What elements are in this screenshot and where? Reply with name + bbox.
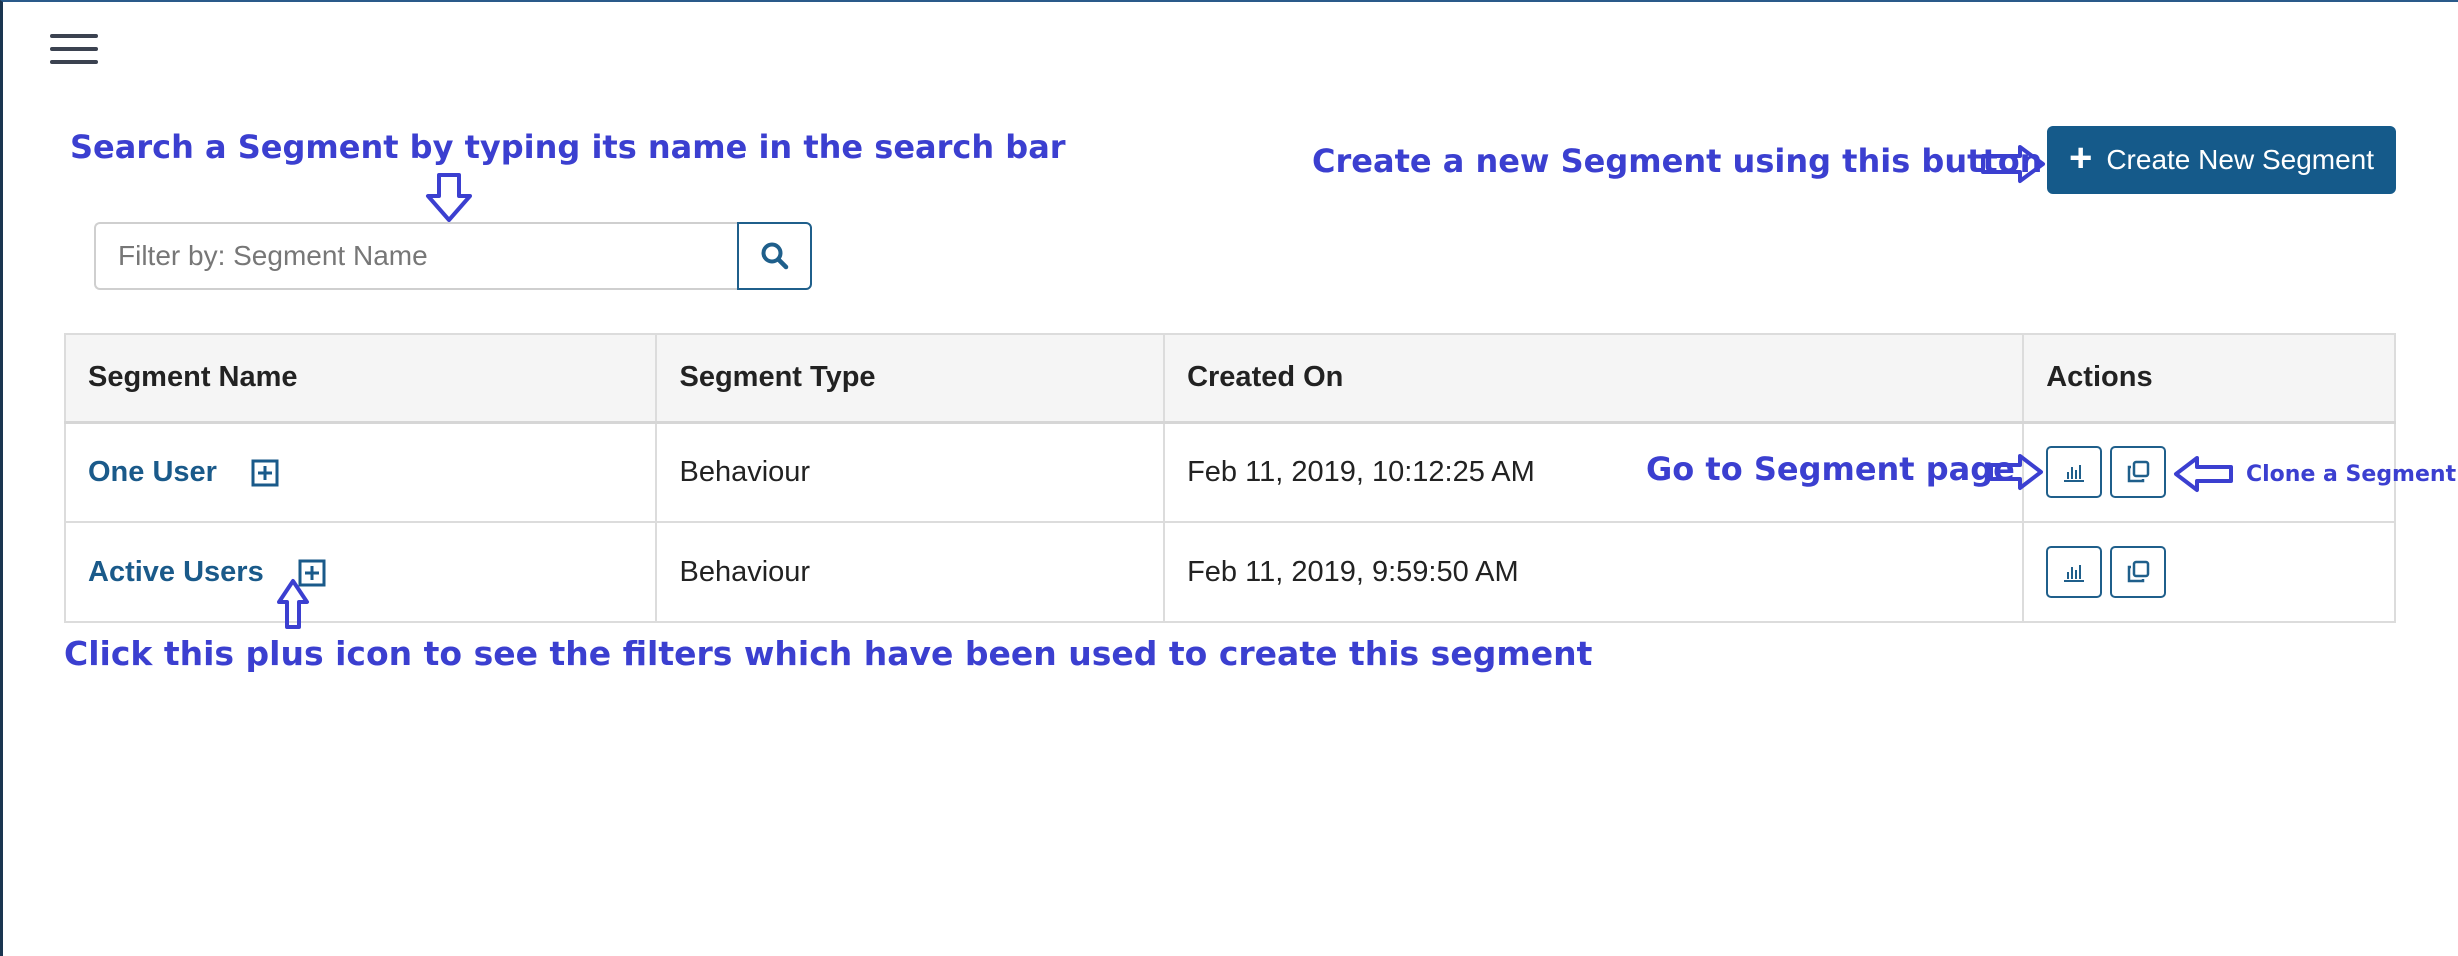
segments-table: Segment Name Segment Type Created On Act… (63, 333, 2396, 623)
right-arrow-annotation-icon (1981, 145, 2045, 183)
go-to-segment-button[interactable] (2046, 546, 2103, 598)
create-new-segment-button[interactable]: + Create New Segment (2047, 126, 2396, 194)
copy-icon (2127, 461, 2150, 483)
create-new-segment-label: Create New Segment (2106, 144, 2375, 175)
clone-annotation: Clone a Segment (2246, 462, 2457, 487)
table-row: One User Behaviour Feb 11, 2019, 10:12:2… (63, 421, 2396, 523)
up-arrow-annotation-icon (277, 579, 309, 629)
search-icon (761, 242, 788, 270)
search-annotation: Search a Segment by typing its name in t… (70, 128, 1066, 166)
segment-name-cell: Active Users (63, 521, 658, 623)
left-arrow-annotation-icon (2174, 456, 2233, 492)
bar-chart-icon (2064, 565, 2085, 582)
segment-name-link[interactable]: Active Users (88, 556, 264, 588)
segment-name-cell: One User (63, 421, 658, 523)
search-input[interactable] (94, 222, 737, 290)
table-header-row: Segment Name Segment Type Created On Act… (63, 333, 2396, 424)
table-row: Active Users Behaviour Feb 11, 2019, 9:5… (63, 521, 2396, 623)
down-arrow-annotation-icon (426, 173, 472, 222)
search-button[interactable] (737, 222, 812, 290)
go-to-segment-button[interactable] (2046, 446, 2103, 499)
hamburger-menu-icon[interactable] (50, 34, 98, 68)
plus-icon-annotation: Click this plus icon to see the filters … (64, 634, 1593, 673)
go-to-segment-annotation: Go to Segment page (1646, 450, 2015, 488)
right-arrow-annotation-icon (1989, 454, 2043, 490)
column-header-segment-name[interactable]: Segment Name (63, 333, 658, 424)
clone-segment-button[interactable] (2110, 546, 2167, 598)
clone-segment-button[interactable] (2110, 446, 2167, 499)
actions-cell (2022, 521, 2396, 623)
plus-icon: + (2068, 136, 2093, 180)
bar-chart-icon (2064, 465, 2085, 483)
segment-name-link[interactable]: One User (88, 456, 217, 488)
created-on-cell: Feb 11, 2019, 9:59:50 AM (1163, 521, 2025, 623)
column-header-segment-type[interactable]: Segment Type (655, 333, 1166, 424)
column-header-actions: Actions (2022, 333, 2396, 424)
column-header-created-on[interactable]: Created On (1163, 333, 2025, 424)
copy-icon (2127, 560, 2150, 583)
segment-type-cell: Behaviour (655, 521, 1166, 623)
segment-type-cell: Behaviour (655, 421, 1166, 523)
search-bar (94, 222, 812, 290)
create-annotation: Create a new Segment using this button (1312, 142, 2043, 180)
plus-square-icon[interactable] (251, 459, 279, 487)
